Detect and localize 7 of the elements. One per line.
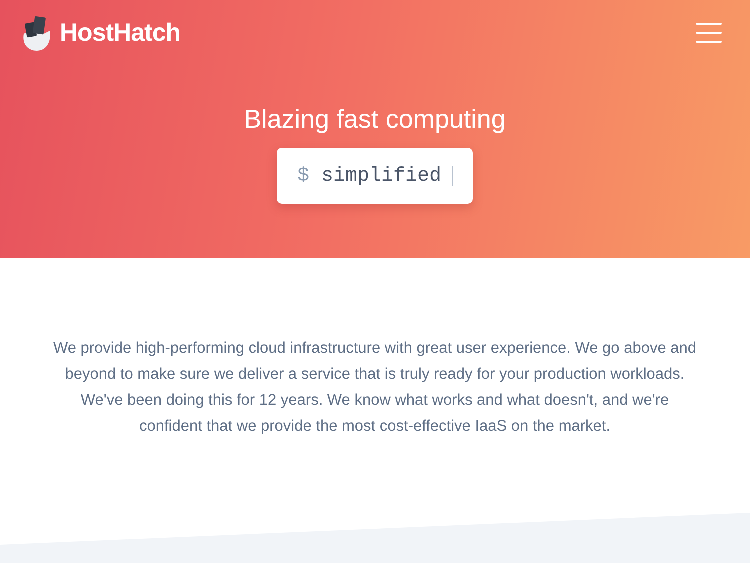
typed-text: simplified bbox=[321, 164, 442, 188]
text-cursor bbox=[452, 166, 453, 186]
brand-name[interactable]: HostHatch bbox=[60, 18, 181, 48]
hero-title: Blazing fast computing bbox=[244, 104, 506, 135]
logo-icon bbox=[22, 14, 52, 52]
prompt-symbol: $ bbox=[297, 164, 310, 188]
intro-paragraph: We provide high-performing cloud infrastructure with great user experience. We go above and beyond to make sure we deliver a service that is truly ready for your production workloads. We've been doing this for 12 years. We know what works and what doesn't, and we're confident that we provide the most cost-effective IaaS on the market. bbox=[52, 339, 698, 437]
